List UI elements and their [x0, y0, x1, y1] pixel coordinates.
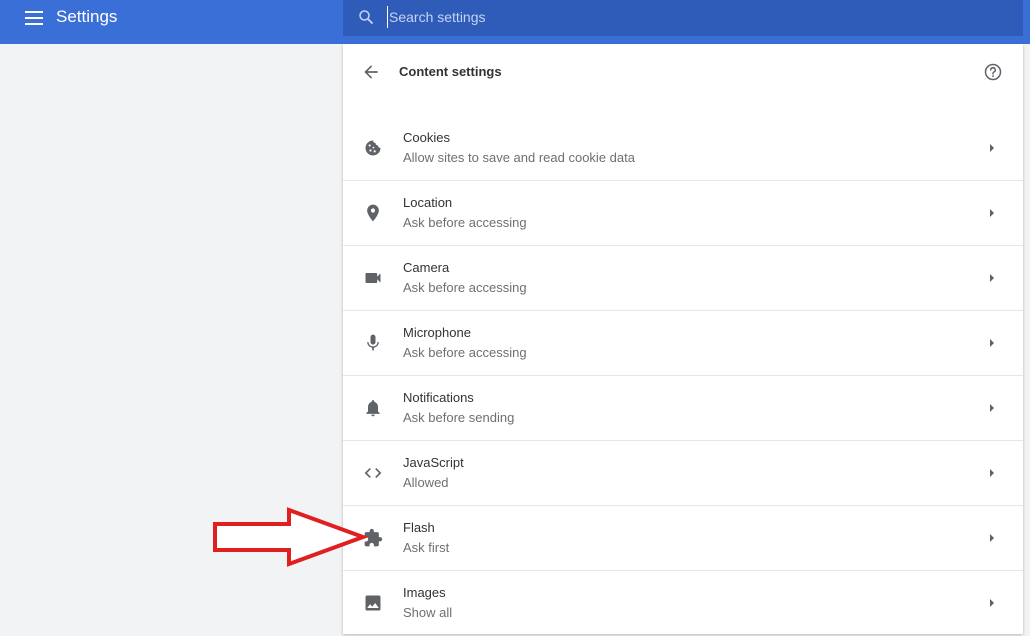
row-title: Location: [403, 195, 453, 210]
row-title: Microphone: [403, 325, 471, 340]
chevron-right-icon: [990, 469, 994, 477]
row-subtitle: Allow sites to save and read cookie data: [403, 150, 635, 165]
bell-icon: [366, 400, 380, 417]
row-title: Images: [403, 585, 446, 600]
chevron-right-icon: [990, 404, 994, 412]
row-title: JavaScript: [403, 455, 464, 470]
row-title: Notifications: [403, 390, 474, 405]
row-subtitle: Ask before accessing: [403, 215, 527, 230]
help-button[interactable]: [983, 62, 1003, 82]
list-item-cookies[interactable]: Cookies Allow sites to save and read coo…: [343, 116, 1023, 181]
search-input[interactable]: [387, 6, 1007, 28]
list-item-microphone[interactable]: Microphone Ask before accessing: [343, 311, 1023, 376]
chevron-right-icon: [990, 599, 994, 607]
card-header: Content settings: [343, 44, 1023, 106]
annotation-arrow-icon: [213, 507, 369, 567]
list-item-flash[interactable]: Flash Ask first: [343, 506, 1023, 571]
row-subtitle: Ask before accessing: [403, 345, 527, 360]
cookie-icon: [365, 140, 381, 156]
row-subtitle: Ask before accessing: [403, 280, 527, 295]
row-title: Camera: [403, 260, 450, 275]
arrow-back-icon: [364, 65, 378, 79]
list-item-notifications[interactable]: Notifications Ask before sending: [343, 376, 1023, 441]
hamburger-menu-icon: [25, 11, 43, 25]
app-title: Settings: [56, 7, 118, 26]
content-settings-card: Content settings Cookies Allow sites to …: [343, 44, 1023, 634]
back-button[interactable]: [361, 62, 381, 82]
hamburger-menu-button[interactable]: [22, 8, 46, 28]
content-settings-list: Cookies Allow sites to save and read coo…: [343, 116, 1023, 636]
microphone-icon: [367, 334, 379, 351]
row-title: Cookies: [403, 130, 450, 145]
list-item-camera[interactable]: Camera Ask before accessing: [343, 246, 1023, 311]
search-box[interactable]: [343, 0, 1023, 36]
chevron-right-icon: [990, 534, 994, 542]
chevron-right-icon: [990, 209, 994, 217]
help-icon: [984, 63, 1002, 81]
chevron-right-icon: [990, 339, 994, 347]
row-title: Flash: [403, 520, 435, 535]
code-icon: [364, 468, 382, 478]
list-item-javascript[interactable]: JavaScript Allowed: [343, 441, 1023, 506]
location-pin-icon: [367, 204, 379, 222]
row-subtitle: Ask before sending: [403, 410, 515, 425]
row-subtitle: Ask first: [403, 540, 450, 555]
search-icon: [359, 10, 373, 24]
row-subtitle: Allowed: [403, 475, 449, 490]
camera-icon: [365, 273, 381, 283]
list-item-images[interactable]: Images Show all: [343, 571, 1023, 636]
row-subtitle: Show all: [403, 605, 453, 620]
chevron-right-icon: [990, 274, 994, 282]
page-title: Content settings: [399, 64, 502, 79]
top-bar: Settings: [0, 0, 1030, 44]
list-item-location[interactable]: Location Ask before accessing: [343, 181, 1023, 246]
image-icon: [365, 595, 381, 611]
chevron-right-icon: [990, 144, 994, 152]
